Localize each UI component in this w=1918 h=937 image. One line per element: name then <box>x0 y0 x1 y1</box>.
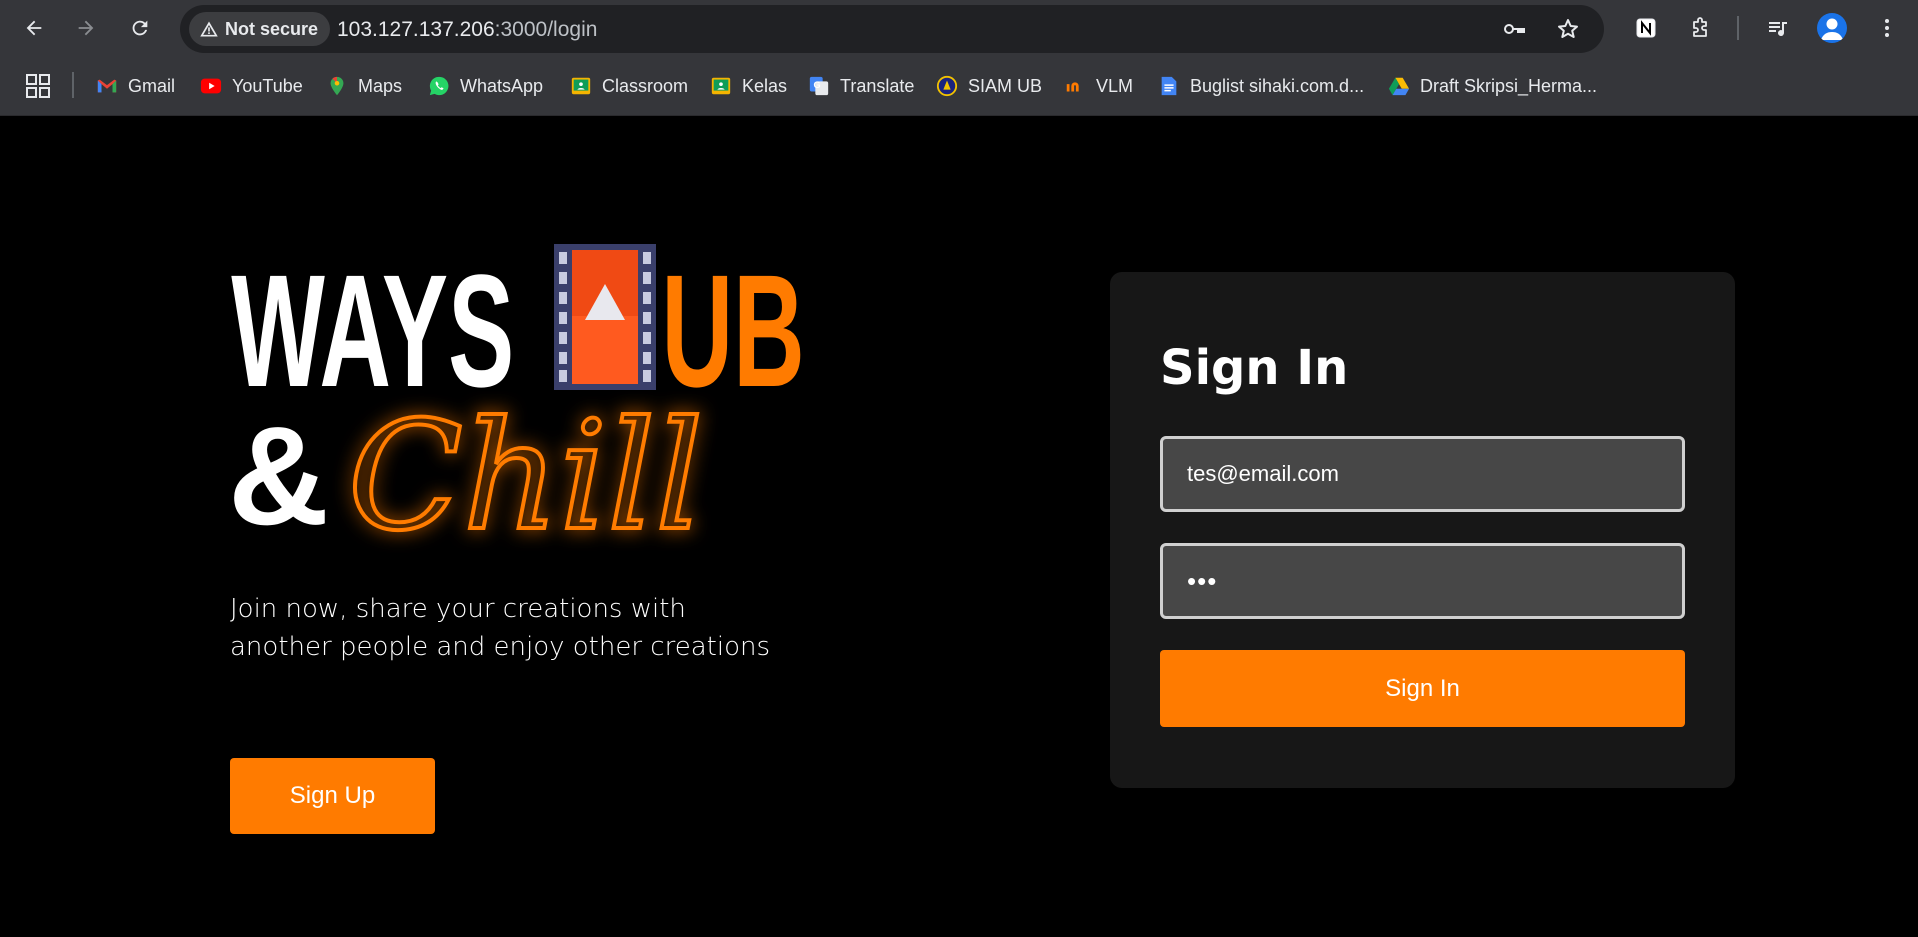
bookmark-label: Maps <box>358 75 403 96</box>
bookmark-label: WhatsApp <box>460 75 544 96</box>
film-strip-icon <box>554 244 656 390</box>
bookmark-label: Gmail <box>128 75 176 96</box>
sign-in-card: Sign In Sign In <box>1110 272 1735 788</box>
svg-text:G: G <box>814 80 821 90</box>
maps-icon <box>330 76 344 96</box>
bookmark-label: Classroom <box>602 75 689 96</box>
bookmark-label: Kelas <box>742 75 788 96</box>
bookmark-buglist[interactable]: Buglist sihaki.com.d... <box>1158 71 1364 101</box>
siam-icon <box>936 75 958 97</box>
password-key-button[interactable] <box>1500 15 1528 43</box>
bookmark-youtube[interactable]: YouTube <box>200 71 303 101</box>
toolbar-divider <box>1737 16 1739 40</box>
sign-in-button[interactable]: Sign In <box>1160 650 1685 727</box>
gmail-icon <box>97 79 117 93</box>
media-control-button[interactable] <box>1762 12 1794 44</box>
arrow-right-icon <box>78 20 94 36</box>
bookmark-label: Draft Skripsi_Herma... <box>1420 75 1598 96</box>
bookmark-vlm[interactable]: VLM <box>1064 71 1133 101</box>
login-page: WAYS UB & Chill Join now, share your cre… <box>0 116 1918 937</box>
notion-extension-button[interactable] <box>1630 12 1662 44</box>
profile-icon <box>1821 18 1843 40</box>
bookmark-label: YouTube <box>232 75 303 96</box>
bookmark-maps[interactable]: Maps <box>326 71 402 101</box>
address-bar[interactable]: Not secure 103.127.137.206:3000/login <box>180 5 1604 53</box>
translate-icon: G <box>809 76 829 96</box>
email-field[interactable] <box>1160 436 1685 512</box>
bookmark-label: SIAM UB <box>968 75 1043 96</box>
vlm-icon <box>1066 82 1079 92</box>
reload-button[interactable] <box>124 12 156 44</box>
star-icon <box>1558 19 1578 38</box>
apps-grid-icon[interactable] <box>24 72 52 100</box>
bookmarks-divider <box>72 72 74 98</box>
bookmark-whatsapp[interactable]: WhatsApp <box>428 71 543 101</box>
sign-up-button[interactable]: Sign Up <box>230 758 435 834</box>
forward-button[interactable] <box>70 12 102 44</box>
logo-ampersand: & <box>230 397 329 554</box>
extensions-button[interactable] <box>1684 12 1716 44</box>
bookmark-label: Buglist sihaki.com.d... <box>1190 75 1365 96</box>
youtube-icon <box>200 78 222 94</box>
notion-icon <box>1636 18 1656 38</box>
key-icon <box>1504 24 1525 34</box>
bookmark-translate[interactable]: G Translate <box>808 71 914 101</box>
media-icon <box>1769 22 1787 37</box>
bookmark-star-button[interactable] <box>1554 15 1582 43</box>
reload-icon <box>132 20 148 36</box>
bookmark-label: VLM <box>1096 75 1134 96</box>
url-text[interactable]: 103.127.137.206:3000/login <box>337 18 597 42</box>
bookmark-draft-skripsi[interactable]: Draft Skripsi_Herma... <box>1388 71 1597 101</box>
whatsapp-icon <box>429 76 449 96</box>
classroom-icon <box>711 77 731 95</box>
docs-icon <box>1161 76 1177 96</box>
sign-in-title: Sign In <box>1160 340 1349 396</box>
browser-toolbar: Not secure 103.127.137.206:3000/login <box>0 0 1918 56</box>
back-button[interactable] <box>18 12 50 44</box>
url-path: :3000/login <box>494 18 598 41</box>
bookmark-classroom[interactable]: Classroom <box>570 71 688 101</box>
profile-avatar[interactable] <box>1817 13 1847 43</box>
bookmark-label: Translate <box>840 75 915 96</box>
more-icon <box>1885 19 1889 37</box>
arrow-left-icon <box>26 20 42 36</box>
logo-chill: Chill <box>348 390 703 564</box>
security-label: Not secure <box>225 18 319 39</box>
password-field[interactable] <box>1160 543 1685 619</box>
bookmark-gmail[interactable]: Gmail <box>96 71 175 101</box>
url-host: 103.127.137.206 <box>337 18 495 41</box>
bookmarks-bar: Gmail YouTube Maps WhatsApp Classroom Ke… <box>0 56 1918 116</box>
drive-icon <box>1388 77 1410 96</box>
classroom-icon <box>571 77 591 95</box>
warning-icon <box>200 21 218 37</box>
hero-tagline: Join now, share your creations with anot… <box>230 594 770 662</box>
extensions-icon <box>1693 17 1707 37</box>
browser-menu-button[interactable] <box>1871 12 1903 44</box>
bookmark-kelas[interactable]: Kelas <box>710 71 787 101</box>
wayshub-logo: WAYS UB & Chill <box>230 242 805 566</box>
bookmark-siam-ub[interactable]: SIAM UB <box>936 71 1042 101</box>
security-chip[interactable]: Not secure <box>189 12 331 46</box>
